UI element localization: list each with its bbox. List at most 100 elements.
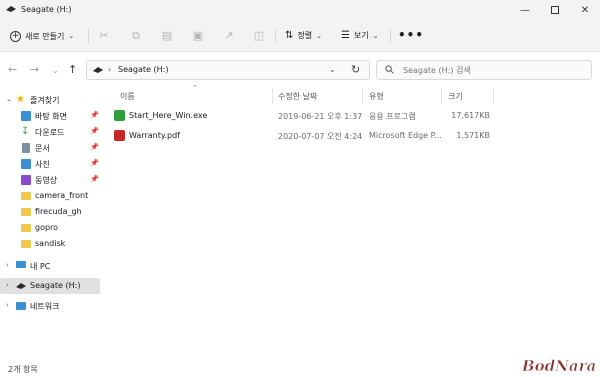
title-bar: Seagate (H:) — ✕: [0, 0, 600, 20]
view-label: 보기: [353, 31, 369, 40]
toolbar-divider: [275, 29, 276, 43]
file-type: Microsoft Edge P...: [369, 131, 442, 140]
view-icon: ☰: [341, 30, 350, 41]
search-icon: [385, 65, 394, 74]
sort-ascending-icon: ⌃: [192, 84, 198, 92]
chevron-right-icon[interactable]: ›: [108, 65, 111, 74]
column-divider[interactable]: [272, 88, 273, 104]
paste-icon[interactable]: ▤: [160, 29, 174, 43]
minimize-button[interactable]: —: [510, 0, 540, 20]
sidebar-item-label: sandisk: [35, 239, 66, 248]
vertical-scrollbar[interactable]: [596, 88, 600, 356]
download-icon: ↧: [21, 126, 30, 137]
drive-icon: [16, 283, 26, 289]
navigation-pane: ⌄ ★ 즐겨찾기 바탕 화면 📌 ↧ 다운로드 📌 문서 📌 사진 📌 동영상 …: [0, 88, 108, 356]
copy-icon[interactable]: ⧉: [129, 29, 143, 43]
chevron-right-icon[interactable]: ›: [6, 281, 9, 289]
chevron-right-icon[interactable]: ›: [6, 261, 9, 269]
sort-label: 정렬: [297, 31, 313, 40]
watermark-text: BodNara: [521, 357, 596, 375]
drive-icon: [6, 6, 16, 12]
sidebar-item-label: camera_front: [35, 191, 89, 200]
maximize-button[interactable]: [540, 0, 570, 20]
rename-icon[interactable]: ▣: [191, 29, 205, 43]
chevron-down-icon[interactable]: ⌄: [329, 65, 336, 74]
chevron-down-icon: ⌄: [316, 31, 322, 40]
sidebar-item-seagate[interactable]: › Seagate (H:): [0, 278, 100, 294]
chevron-down-icon: ⌄: [372, 31, 379, 40]
forward-arrow-icon[interactable]: →: [30, 63, 39, 76]
column-header-name[interactable]: 이름: [120, 91, 135, 102]
share-icon[interactable]: ↗: [222, 29, 236, 43]
pdf-icon: [114, 130, 125, 141]
chevron-down-icon[interactable]: ⌄: [6, 95, 12, 103]
desktop-icon: [21, 111, 31, 121]
sort-icon: ⇅: [285, 30, 294, 41]
sidebar-item-pictures[interactable]: 사진 📌: [0, 156, 100, 172]
file-name[interactable]: Warranty.pdf: [129, 131, 180, 140]
new-button[interactable]: + 새로 만들기 ⌄: [10, 26, 74, 46]
sidebar-item-sandisk[interactable]: sandisk: [0, 236, 100, 252]
folder-icon: [21, 224, 31, 232]
new-label: 새로 만들기: [25, 31, 65, 41]
sidebar-item-label: 즐겨찾기: [30, 96, 60, 105]
chevron-right-icon[interactable]: ›: [6, 301, 9, 309]
sidebar-item-desktop[interactable]: 바탕 화면 📌: [0, 108, 100, 124]
videos-icon: [21, 175, 31, 185]
column-header-type[interactable]: 유형: [369, 91, 384, 102]
star-icon: ★: [16, 94, 25, 105]
sidebar-item-label: 문서: [35, 144, 50, 153]
folder-icon: [21, 192, 31, 200]
sidebar-item-gopro[interactable]: gopro: [0, 220, 100, 236]
maximize-icon: [551, 6, 559, 14]
pin-icon: 📌: [90, 143, 99, 151]
file-type: 응용 프로그램: [369, 112, 416, 121]
more-options-button[interactable]: •••: [398, 28, 424, 42]
window-title: Seagate (H:): [21, 5, 72, 14]
search-box[interactable]: Seagate (H:) 검색: [376, 60, 592, 80]
column-divider[interactable]: [441, 88, 442, 104]
sidebar-item-label: gopro: [35, 223, 59, 232]
recent-locations-icon[interactable]: ⌄: [52, 66, 59, 75]
file-name[interactable]: Start_Here_Win.exe: [129, 111, 207, 120]
back-arrow-icon[interactable]: ←: [8, 63, 17, 76]
drive-icon: [93, 67, 103, 73]
sort-button[interactable]: ⇅ 정렬 ⌄: [285, 30, 322, 41]
column-header-modified[interactable]: 수정한 날짜: [278, 91, 317, 102]
toolbar-divider: [88, 29, 89, 43]
table-row[interactable]: Start_Here_Win.exe 2019-06-21 오후 1:37 응용…: [108, 107, 600, 125]
file-size: 1,571KB: [456, 131, 490, 140]
column-header-size[interactable]: 크기: [448, 91, 463, 102]
address-path[interactable]: Seagate (H:): [118, 65, 168, 74]
sidebar-item-label: 내 PC: [30, 262, 51, 271]
exe-icon: [114, 110, 125, 121]
column-divider[interactable]: [362, 88, 363, 104]
sidebar-item-firecuda-gh[interactable]: firecuda_gh: [0, 204, 100, 220]
column-divider[interactable]: [493, 88, 494, 104]
navigation-bar: ← → ⌄ ↑ › Seagate (H:) ⌄ ↻ Seagate (H:) …: [0, 53, 600, 87]
close-button[interactable]: ✕: [570, 0, 600, 20]
up-arrow-icon[interactable]: ↑: [68, 63, 77, 76]
delete-icon[interactable]: ◫: [252, 29, 266, 43]
sidebar-item-network[interactable]: › 네트워크: [0, 298, 100, 314]
close-icon: ✕: [580, 4, 590, 16]
sidebar-item-label: 네트워크: [30, 302, 60, 311]
refresh-icon[interactable]: ↻: [351, 63, 360, 76]
pin-icon: 📌: [90, 175, 99, 183]
sidebar-item-documents[interactable]: 문서 📌: [0, 140, 100, 156]
sidebar-item-videos[interactable]: 동영상 📌: [0, 172, 100, 188]
sidebar-item-camera-front[interactable]: camera_front: [0, 188, 100, 204]
table-row[interactable]: Warranty.pdf 2020-07-07 오전 4:24 Microsof…: [108, 127, 600, 145]
sidebar-item-downloads[interactable]: ↧ 다운로드 📌: [0, 124, 100, 140]
sidebar-item-this-pc[interactable]: › 내 PC: [0, 258, 100, 274]
view-button[interactable]: ☰ 보기 ⌄: [341, 30, 379, 41]
sidebar-item-favorites[interactable]: ⌄ ★ 즐겨찾기: [0, 92, 100, 108]
sidebar-item-label: 바탕 화면: [35, 112, 67, 121]
sidebar-item-label: firecuda_gh: [35, 207, 82, 216]
sidebar-item-label: 동영상: [35, 176, 58, 185]
file-list: 이름 ⌃ 수정한 날짜 유형 크기 Start_Here_Win.exe 201…: [108, 84, 600, 356]
cut-icon[interactable]: ✂: [97, 29, 111, 43]
chevron-down-icon: ⌄: [68, 32, 75, 40]
minimize-icon: —: [520, 4, 530, 16]
address-bar[interactable]: › Seagate (H:) ⌄ ↻: [86, 60, 370, 80]
